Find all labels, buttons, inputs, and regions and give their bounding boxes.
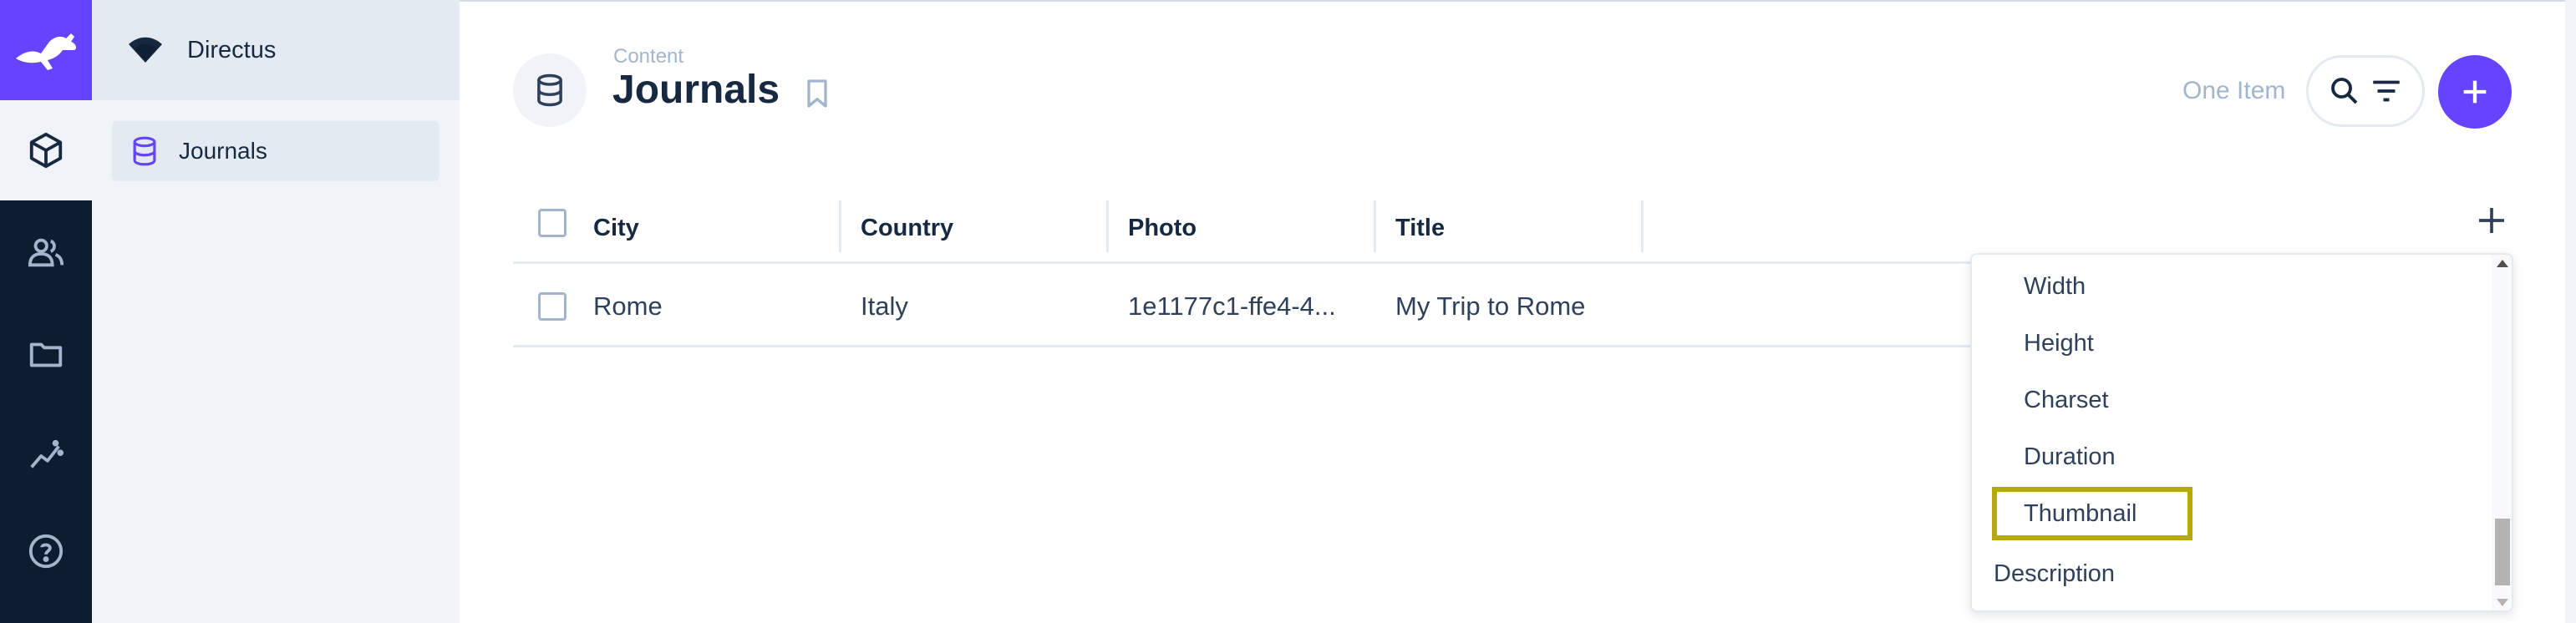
column-header-city[interactable]: City <box>593 192 639 264</box>
content-module[interactable] <box>0 100 92 200</box>
module-bar <box>0 0 92 623</box>
window-edge <box>2565 0 2576 623</box>
scrollbar-thumb[interactable] <box>2495 519 2510 585</box>
search-icon[interactable] <box>2327 73 2362 109</box>
scroll-up-arrow-icon[interactable] <box>2497 260 2508 267</box>
dropdown-item-thumbnail[interactable]: Thumbnail <box>2024 500 2137 528</box>
cell-title: My Trip to Rome <box>1395 291 1586 321</box>
filter-icon[interactable] <box>2369 73 2404 109</box>
column-resize-handle[interactable] <box>1641 200 1644 252</box>
project-header[interactable]: Directus <box>92 0 460 100</box>
column-header-country[interactable]: Country <box>861 192 953 264</box>
nav-item-label: Journals <box>179 138 267 164</box>
dropdown-item-duration[interactable]: Duration <box>2024 443 2116 471</box>
search-filter-pill[interactable] <box>2306 55 2425 127</box>
column-resize-handle[interactable] <box>1374 200 1376 252</box>
nav-item-journals[interactable]: Journals <box>112 121 439 181</box>
project-name: Directus <box>187 36 277 63</box>
project-logo-icon <box>129 37 162 63</box>
users-module[interactable] <box>0 202 92 302</box>
create-item-button[interactable] <box>2438 55 2512 129</box>
insights-module[interactable] <box>0 406 92 506</box>
help-icon <box>28 534 64 569</box>
add-field-icon[interactable] <box>2475 204 2508 237</box>
column-header-photo[interactable]: Photo <box>1128 192 1197 264</box>
dropdown-item-description[interactable]: Description <box>1994 560 2115 588</box>
field-dropdown-menu: Width Height Charset Duration Thumbnail … <box>1970 253 2513 612</box>
item-count: One Item <box>2182 77 2286 104</box>
directus-logo[interactable] <box>0 0 92 100</box>
plus-icon <box>2463 80 2487 104</box>
cell-photo: 1e1177c1-ffe4-4... <box>1128 291 1336 321</box>
users-icon <box>28 238 64 267</box>
row-checkbox[interactable] <box>538 292 567 321</box>
cell-country: Italy <box>861 291 908 321</box>
column-header-title[interactable]: Title <box>1395 192 1445 264</box>
column-resize-handle[interactable] <box>1106 200 1109 252</box>
files-module[interactable] <box>0 304 92 404</box>
database-icon <box>133 136 156 166</box>
navigation-pane: Directus Journals <box>92 0 460 623</box>
column-resize-handle[interactable] <box>839 200 841 252</box>
database-icon <box>537 73 562 107</box>
collection-icon-badge <box>513 53 587 127</box>
select-all-checkbox[interactable] <box>538 209 567 237</box>
cube-icon <box>29 132 63 169</box>
folder-icon <box>29 342 63 367</box>
dropdown-item-height[interactable]: Height <box>2024 330 2094 357</box>
insights-icon <box>30 439 64 469</box>
dropdown-scrollbar[interactable] <box>2492 255 2512 610</box>
scroll-down-arrow-icon[interactable] <box>2497 599 2508 606</box>
breadcrumb[interactable]: Content <box>613 45 683 68</box>
dropdown-item-width[interactable]: Width <box>2024 273 2086 301</box>
cell-city: Rome <box>593 291 663 321</box>
help-module[interactable] <box>0 501 92 601</box>
bookmark-icon[interactable] <box>800 77 834 110</box>
header-divider <box>460 0 2576 2</box>
dropdown-item-charset[interactable]: Charset <box>2024 387 2109 414</box>
rabbit-logo-icon <box>16 33 77 70</box>
page-title: Journals <box>612 68 780 112</box>
